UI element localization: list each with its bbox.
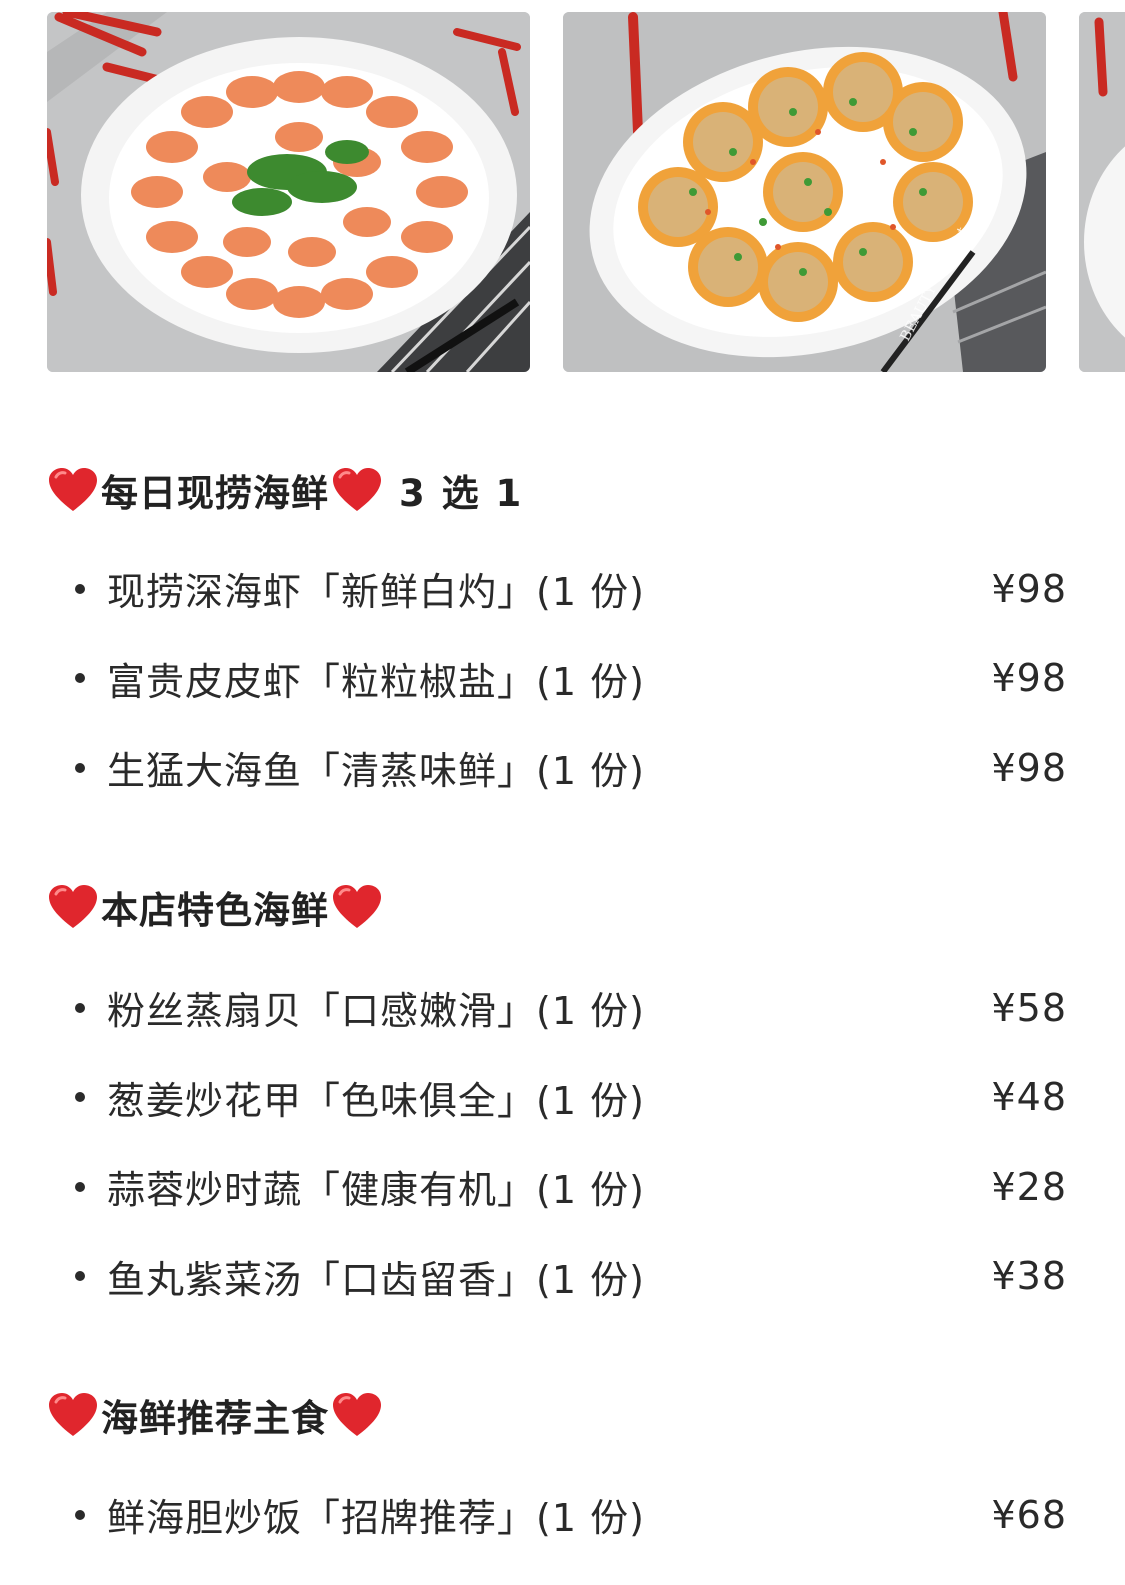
heart-icon bbox=[333, 885, 381, 928]
item-price: ¥98 bbox=[991, 566, 1067, 611]
item-price: ¥48 bbox=[991, 1075, 1067, 1120]
menu-item[interactable]: 现捞深海虾「新鲜白灼」(1 份) ¥98 bbox=[47, 544, 1067, 634]
section-title-text: 本店特色海鲜 bbox=[101, 889, 329, 932]
bullet-icon bbox=[75, 1509, 85, 1520]
heart-icon bbox=[49, 1393, 97, 1436]
item-name: 生猛大海鱼「清蒸味鲜」(1 份) bbox=[107, 749, 645, 794]
heart-icon bbox=[49, 885, 97, 928]
menu-item[interactable]: 富贵皮皮虾「粒粒椒盐」(1 份) ¥98 bbox=[47, 634, 1067, 724]
item-name: 粉丝蒸扇贝「口感嫩滑」(1 份) bbox=[107, 989, 645, 1034]
section-recommended-staples: 海鲜推荐主食 鲜海胆炒饭「招牌推荐」(1 份) ¥68 bbox=[47, 1389, 1067, 1560]
menu-item-list: 现捞深海虾「新鲜白灼」(1 份) ¥98 富贵皮皮虾「粒粒椒盐」(1 份) ¥98 … bbox=[47, 544, 1067, 813]
photo-boiled-shrimp[interactable] bbox=[47, 12, 530, 372]
section-title: 海鲜推荐主食 bbox=[47, 1389, 1067, 1441]
item-name: 现捞深海虾「新鲜白灼」(1 份) bbox=[107, 570, 645, 615]
item-name: 葱姜炒花甲「色味俱全」(1 份) bbox=[107, 1078, 645, 1123]
section-daily-seafood: 每日现捞海鲜 3 选 1 现捞深海虾「新鲜白灼」(1 份) ¥98 富贵皮皮虾「粒… bbox=[47, 464, 1067, 813]
dish-photo-carousel[interactable]: BEAUTY GET lost bbox=[47, 12, 1125, 372]
bullet-icon bbox=[75, 1271, 85, 1282]
photo-next-dish-partial[interactable] bbox=[1079, 12, 1125, 372]
item-price: ¥28 bbox=[991, 1164, 1067, 1209]
menu-item[interactable]: 蒜蓉炒时蔬「健康有机」(1 份) ¥28 bbox=[47, 1142, 1067, 1232]
menu-item[interactable]: 生猛大海鱼「清蒸味鲜」(1 份) ¥98 bbox=[47, 723, 1067, 813]
section-title: 每日现捞海鲜 3 选 1 bbox=[47, 464, 1067, 516]
photo-steamed-scallops[interactable]: BEAUTY GET lost bbox=[563, 12, 1046, 372]
heart-icon bbox=[49, 468, 97, 511]
bullet-icon bbox=[75, 1002, 85, 1013]
item-price: ¥68 bbox=[991, 1492, 1067, 1537]
heart-icon bbox=[333, 1393, 381, 1436]
section-title-text: 每日现捞海鲜 bbox=[101, 472, 329, 515]
bullet-icon bbox=[75, 1181, 85, 1192]
menu-item-list: 鲜海胆炒饭「招牌推荐」(1 份) ¥68 bbox=[47, 1470, 1067, 1560]
menu-item[interactable]: 葱姜炒花甲「色味俱全」(1 份) ¥48 bbox=[47, 1053, 1067, 1143]
item-name: 鲜海胆炒饭「招牌推荐」(1 份) bbox=[107, 1496, 645, 1541]
menu-item[interactable]: 鲜海胆炒饭「招牌推荐」(1 份) ¥68 bbox=[47, 1470, 1067, 1560]
menu-item[interactable]: 粉丝蒸扇贝「口感嫩滑」(1 份) ¥58 bbox=[47, 963, 1067, 1053]
item-price: ¥98 bbox=[991, 745, 1067, 790]
item-name: 富贵皮皮虾「粒粒椒盐」(1 份) bbox=[107, 659, 645, 704]
item-name: 鱼丸紫菜汤「口齿留香」(1 份) bbox=[107, 1257, 645, 1302]
bullet-icon bbox=[75, 673, 85, 684]
item-price: ¥58 bbox=[991, 985, 1067, 1030]
item-price: ¥98 bbox=[991, 656, 1067, 701]
heart-icon bbox=[333, 468, 381, 511]
menu-item-list: 粉丝蒸扇贝「口感嫩滑」(1 份) ¥58 葱姜炒花甲「色味俱全」(1 份) ¥48 … bbox=[47, 963, 1067, 1321]
section-choice-note: 3 选 1 bbox=[399, 472, 524, 515]
item-price: ¥38 bbox=[991, 1254, 1067, 1299]
item-name: 蒜蓉炒时蔬「健康有机」(1 份) bbox=[107, 1168, 645, 1213]
bullet-icon bbox=[75, 583, 85, 594]
section-title: 本店特色海鲜 bbox=[47, 881, 1067, 933]
section-title-text: 海鲜推荐主食 bbox=[101, 1397, 329, 1440]
menu-item[interactable]: 鱼丸紫菜汤「口齿留香」(1 份) ¥38 bbox=[47, 1232, 1067, 1322]
bullet-icon bbox=[75, 762, 85, 773]
bullet-icon bbox=[75, 1092, 85, 1103]
section-signature-seafood: 本店特色海鲜 粉丝蒸扇贝「口感嫩滑」(1 份) ¥58 葱姜炒花甲「色味俱全」(1… bbox=[47, 881, 1067, 1321]
